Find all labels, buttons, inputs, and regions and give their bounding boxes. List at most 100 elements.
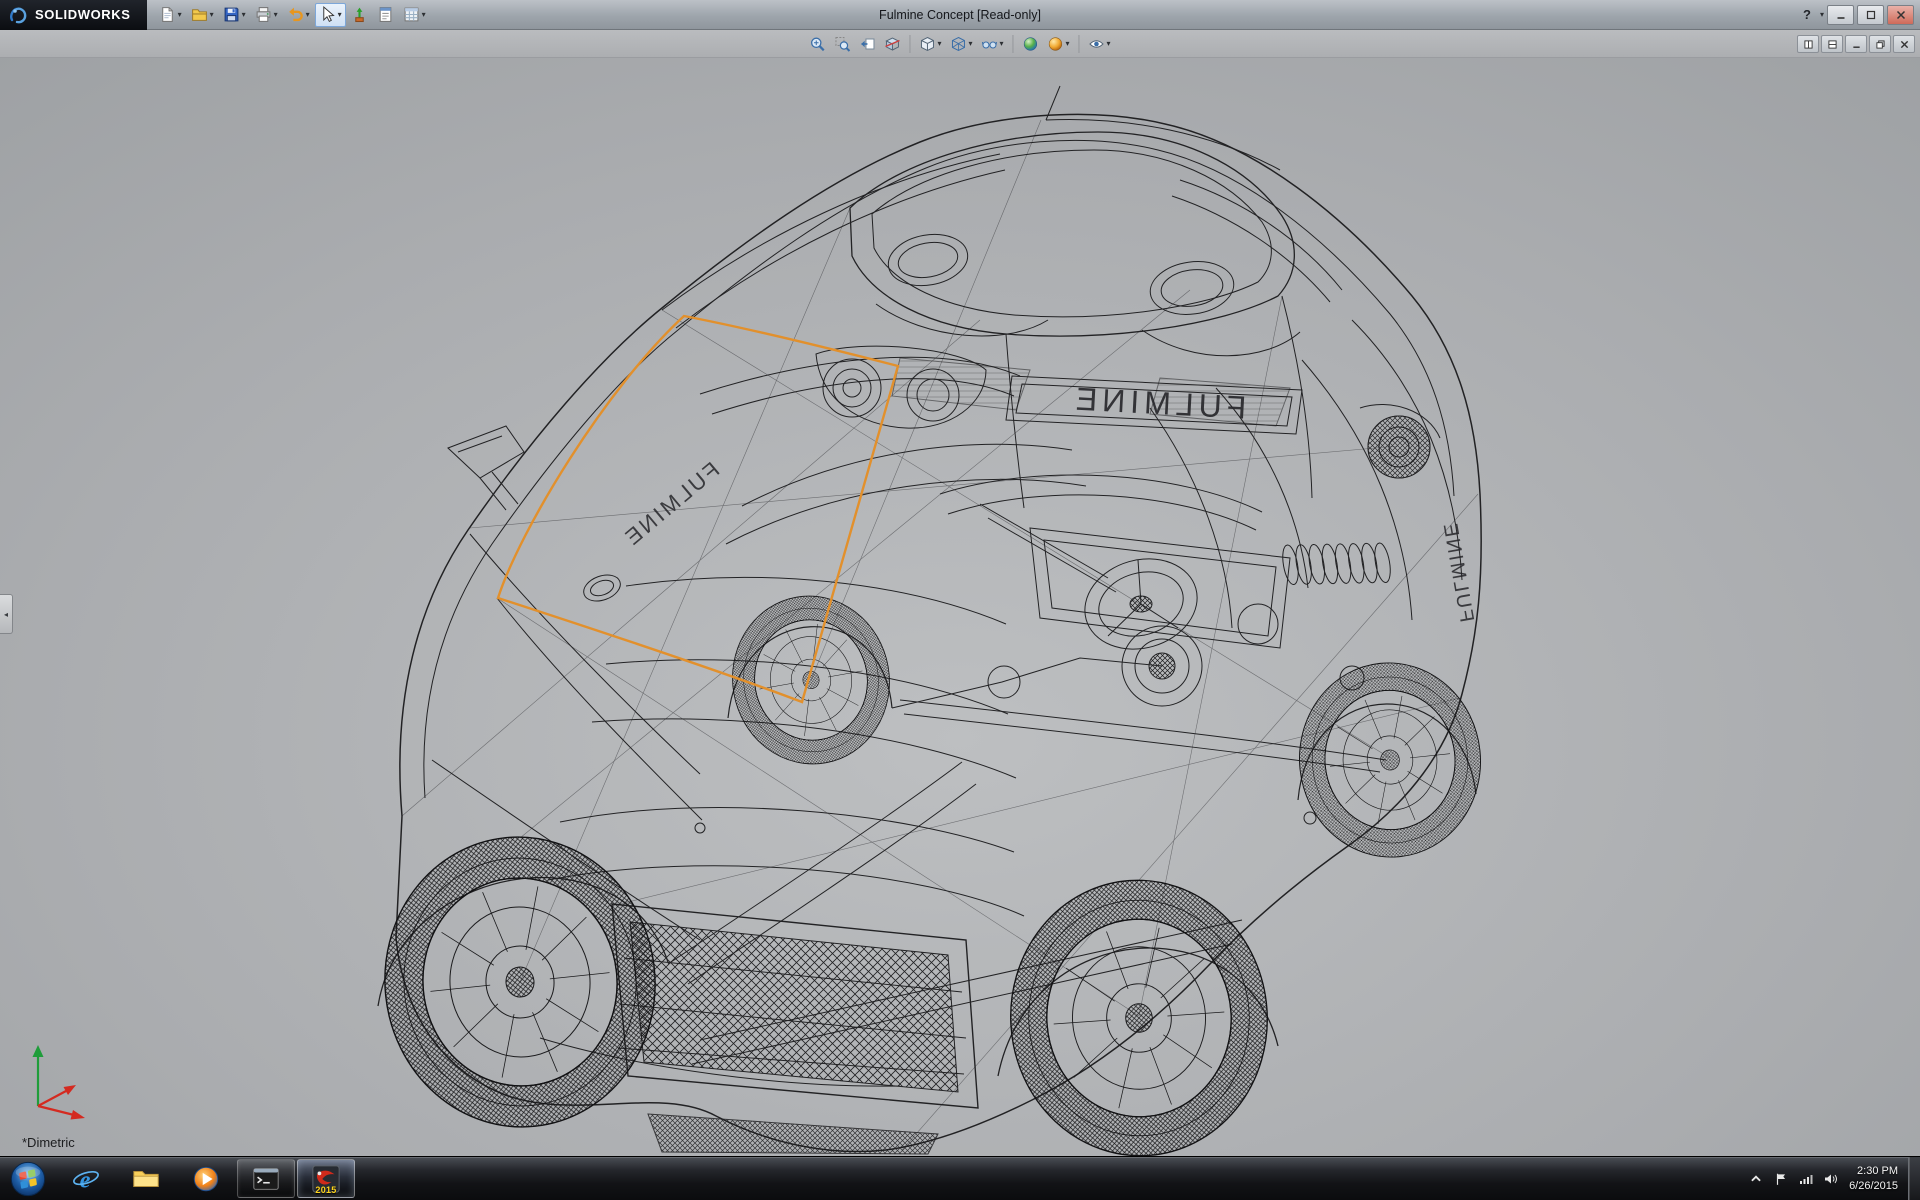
hide-show-items-dropdown-caret[interactable]: ▾: [999, 40, 1003, 48]
wheel-front-right[interactable]: [1001, 872, 1276, 1156]
volume-icon[interactable]: [1824, 1172, 1838, 1186]
doc-close-button[interactable]: [1893, 35, 1915, 53]
help-button[interactable]: ?: [1799, 7, 1815, 22]
maximize-button[interactable]: [1857, 5, 1884, 25]
clock-date: 6/26/2015: [1849, 1179, 1898, 1193]
previous-view-icon: [859, 36, 875, 52]
taskbar-file-explorer-button[interactable]: [117, 1159, 175, 1198]
open-button[interactable]: ▾: [187, 3, 218, 27]
edit-appearance-button[interactable]: [1019, 33, 1043, 55]
highlighted-sketch-profile[interactable]: [498, 316, 898, 702]
save-icon: [223, 6, 240, 23]
solidworks-logo: SOLIDWORKS: [0, 0, 147, 30]
cascade-windows-button[interactable]: [1797, 35, 1819, 53]
zoom-to-fit-button[interactable]: [805, 33, 829, 55]
car-badge-left: FULMINE: [618, 457, 724, 552]
solidworks-window: SOLIDWORKS ▾ ▾ ▾ ▾ ▾ ▾ ▾ Fulmine Concept [Read…: [0, 0, 1920, 1200]
media-player-icon: [191, 1164, 221, 1194]
clock-time: 2:30 PM: [1849, 1164, 1898, 1178]
save-dropdown-caret[interactable]: ▾: [242, 11, 246, 19]
taskbar-clock[interactable]: 2:30 PM 6/26/2015: [1849, 1164, 1898, 1193]
apply-scene-dropdown-caret[interactable]: ▾: [1066, 40, 1070, 48]
view-orientation-button[interactable]: ▾: [915, 33, 945, 55]
properties-button[interactable]: [373, 3, 398, 27]
heads-up-row: ▾ ▾ ▾ ▾ ▾: [0, 30, 1920, 58]
wireframe-car-model[interactable]: FULMINE FULMINE FULMINE: [0, 58, 1920, 1156]
toolbar-separator: [1013, 35, 1014, 53]
taskbar-command-prompt-button[interactable]: [237, 1159, 295, 1198]
print-dropdown-caret[interactable]: ▾: [274, 11, 278, 19]
apply-scene-icon: [1048, 36, 1064, 52]
wheel-front-left[interactable]: [371, 824, 670, 1141]
open-icon: [191, 6, 208, 23]
show-desktop-button[interactable]: [1908, 1157, 1920, 1200]
view-orientation-icon: [919, 36, 935, 52]
car-body-wireframe[interactable]: [378, 86, 1481, 1154]
options-icon: [403, 6, 420, 23]
instant3d-button[interactable]: [347, 3, 372, 27]
new-file-button[interactable]: ▾: [155, 3, 186, 27]
show-hidden-icons-button[interactable]: [1749, 1172, 1763, 1186]
wheel-rear-right[interactable]: [1290, 654, 1490, 866]
display-style-icon: [950, 36, 966, 52]
tile-windows-button[interactable]: [1821, 35, 1843, 53]
view-settings-dropdown-caret[interactable]: ▾: [1107, 40, 1111, 48]
print-icon: [255, 6, 272, 23]
start-button[interactable]: [0, 1157, 56, 1200]
zoom-to-area-icon: [834, 36, 850, 52]
front-grille-mesh[interactable]: [612, 904, 978, 1154]
print-button[interactable]: ▾: [251, 3, 282, 27]
brand-label: SOLIDWORKS: [35, 7, 131, 22]
graphics-area[interactable]: FULMINE FULMINE FULMINE ◂ *Dimetric: [0, 58, 1920, 1156]
taskbar-internet-explorer-button[interactable]: e: [57, 1159, 115, 1198]
options-dropdown-caret[interactable]: ▾: [422, 11, 426, 19]
previous-view-button[interactable]: [855, 33, 879, 55]
reference-triad: [14, 1032, 98, 1128]
view-settings-button[interactable]: ▾: [1085, 33, 1115, 55]
title-bar: SOLIDWORKS ▾ ▾ ▾ ▾ ▾ ▾ ▾ Fulmine Concept [Read…: [0, 0, 1920, 30]
system-tray: 2:30 PM 6/26/2015: [1741, 1157, 1908, 1200]
window-title: Fulmine Concept [Read-only]: [879, 0, 1041, 30]
properties-icon: [377, 6, 394, 23]
help-dropdown-caret[interactable]: ▾: [1820, 11, 1824, 19]
new-file-dropdown-caret[interactable]: ▾: [178, 11, 182, 19]
internet-explorer-icon: e: [71, 1164, 101, 1194]
close-button[interactable]: [1887, 5, 1914, 25]
view-orientation-dropdown-caret[interactable]: ▾: [937, 40, 941, 48]
view-orientation-label: *Dimetric: [22, 1135, 75, 1150]
car-badge-right: FULMINE: [1438, 520, 1477, 624]
action-center-icon[interactable]: [1774, 1172, 1788, 1186]
display-style-button[interactable]: ▾: [946, 33, 976, 55]
undo-dropdown-caret[interactable]: ▾: [306, 11, 310, 19]
edit-appearance-icon: [1023, 36, 1039, 52]
undo-icon: [287, 6, 304, 23]
minimize-button[interactable]: [1827, 5, 1854, 25]
doc-minimize-button[interactable]: [1845, 35, 1867, 53]
options-button[interactable]: ▾: [399, 3, 430, 27]
section-view-button[interactable]: [880, 33, 904, 55]
open-dropdown-caret[interactable]: ▾: [210, 11, 214, 19]
zoom-to-fit-icon: [809, 36, 825, 52]
save-button[interactable]: ▾: [219, 3, 250, 27]
hide-show-items-button[interactable]: ▾: [977, 33, 1007, 55]
feature-manager-collapse-tab[interactable]: ◂: [0, 594, 13, 634]
doc-restore-button[interactable]: [1869, 35, 1891, 53]
dassault-systemes-icon: [8, 5, 28, 25]
select-button[interactable]: ▾: [315, 3, 346, 27]
undo-button[interactable]: ▾: [283, 3, 314, 27]
taskbar-media-player-button[interactable]: [177, 1159, 235, 1198]
display-style-dropdown-caret[interactable]: ▾: [968, 40, 972, 48]
zoom-to-area-button[interactable]: [830, 33, 854, 55]
taskbar-apps: e 2015: [56, 1157, 356, 1200]
svg-text:e: e: [80, 1166, 91, 1193]
select-dropdown-caret[interactable]: ▾: [338, 11, 342, 19]
main-toolbar: ▾ ▾ ▾ ▾ ▾ ▾ ▾: [147, 3, 430, 27]
document-window-controls: [1797, 30, 1915, 58]
apply-scene-button[interactable]: ▾: [1044, 33, 1074, 55]
network-icon[interactable]: [1799, 1172, 1813, 1186]
file-explorer-icon: [131, 1164, 161, 1194]
taskbar-solidworks-button[interactable]: 2015: [297, 1159, 355, 1198]
wheel-rear-left[interactable]: [719, 584, 902, 777]
select-icon: [319, 6, 336, 23]
toolbar-separator: [909, 35, 910, 53]
